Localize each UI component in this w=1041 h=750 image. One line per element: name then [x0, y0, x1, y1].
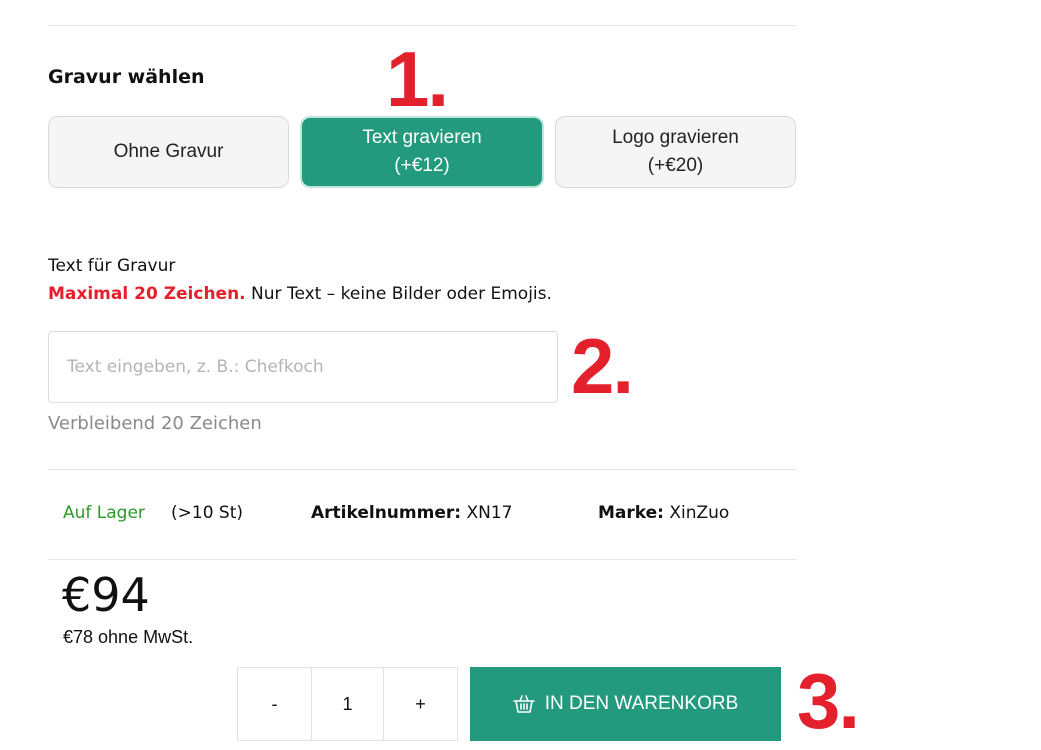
- divider: [48, 469, 796, 470]
- brand: Marke: XinZuo: [598, 503, 729, 523]
- brand-label: Marke:: [598, 503, 664, 523]
- add-to-cart-button[interactable]: IN DEN WARENKORB: [470, 667, 781, 741]
- annotation-3: 3.: [797, 657, 860, 745]
- engraving-text-hint: Maximal 20 Zeichen. Nur Text – keine Bil…: [48, 284, 552, 304]
- stock-status: Auf Lager: [63, 503, 145, 523]
- brand-value: XinZuo: [663, 503, 730, 523]
- engraving-text-input[interactable]: [48, 331, 558, 403]
- annotation-1: 1.: [386, 35, 449, 123]
- engraving-title: Gravur wählen: [48, 66, 205, 88]
- quantity-stepper: - 1 +: [237, 667, 458, 741]
- add-to-cart-label: IN DEN WARENKORB: [544, 693, 739, 714]
- basket-icon: [512, 694, 535, 714]
- divider: [48, 559, 796, 560]
- option-logo-engraving[interactable]: Logo gravieren (+€20): [555, 116, 796, 188]
- option-price: (+€12): [394, 155, 450, 176]
- quantity-decrease-button[interactable]: -: [238, 668, 311, 740]
- quantity-value[interactable]: 1: [311, 668, 384, 740]
- option-no-engraving[interactable]: Ohne Gravur: [48, 116, 289, 188]
- option-label: Logo gravieren: [612, 127, 739, 149]
- option-price: (+€20): [647, 155, 704, 176]
- option-label: Text gravieren: [362, 127, 482, 149]
- article-number-label: Artikelnummer:: [311, 503, 462, 523]
- remaining-chars: Verbleibend 20 Zeichen: [48, 413, 262, 434]
- engraving-text-label: Text für Gravur: [48, 256, 176, 276]
- quantity-increase-button[interactable]: +: [384, 668, 457, 740]
- hint-text: Nur Text – keine Bilder oder Emojis.: [245, 284, 552, 304]
- article-number-value: XN17: [461, 503, 513, 523]
- stock-count: (>10 St): [171, 503, 244, 523]
- article-number: Artikelnummer: XN17: [311, 503, 512, 523]
- option-text-engraving[interactable]: Text gravieren (+€12): [300, 116, 544, 188]
- price: €94: [62, 568, 150, 622]
- top-divider: [48, 25, 796, 26]
- price-net: €78 ohne MwSt.: [63, 627, 194, 647]
- option-label: Ohne Gravur: [113, 141, 224, 163]
- max-chars-warning: Maximal 20 Zeichen.: [48, 284, 246, 304]
- annotation-2: 2.: [571, 322, 634, 410]
